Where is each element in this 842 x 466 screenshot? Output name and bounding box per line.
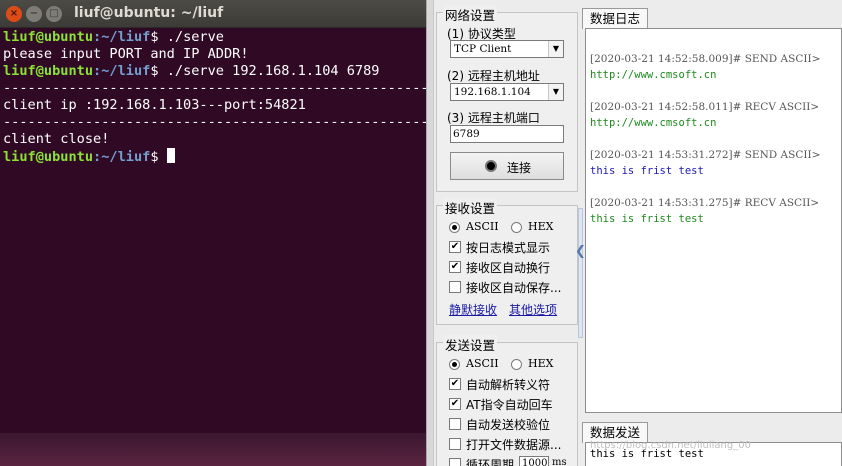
send-settings-title: 发送设置 bbox=[443, 335, 498, 354]
terminal-window[interactable]: × − □ liuf@ubuntu: ~/liuf liuf@ubuntu:~/… bbox=[0, 0, 426, 466]
receive-settings-group: 接收设置 ASCII HEX ✔ 按日志模式显示 ✔ 接收区自动换行 接收区自动… bbox=[436, 198, 578, 325]
log-entry-body: http://www.cmsoft.cn bbox=[590, 117, 717, 129]
escape-parse-label: 自动解析转义符 bbox=[466, 378, 551, 392]
send-hex-radio[interactable] bbox=[511, 359, 522, 370]
network-settings-title: 网络设置 bbox=[443, 5, 498, 24]
prompt-user: liuf@ubuntu bbox=[3, 63, 94, 79]
output-text: client close! bbox=[3, 131, 110, 147]
command-text: ./serve bbox=[158, 29, 224, 45]
auto-save-checkbox[interactable] bbox=[449, 281, 461, 293]
loop-period-input[interactable]: 1000 bbox=[519, 456, 549, 466]
send-settings-group: 发送设置 ASCII HEX ✔ 自动解析转义符 ✔ AT指令自动回车 自动发送… bbox=[436, 335, 578, 466]
terminal-line: client ip :192.168.1.103---port:54821 bbox=[3, 97, 426, 114]
host-select[interactable]: 192.168.1.104 ▼ bbox=[450, 83, 564, 101]
prompt-dollar: $ bbox=[150, 149, 159, 165]
prompt-path: :~/liuf bbox=[93, 149, 151, 165]
auto-wrap-label: 接收区自动换行 bbox=[466, 261, 551, 275]
panel-collapse-handle[interactable] bbox=[578, 208, 583, 338]
prompt-dollar: $ bbox=[150, 29, 159, 45]
output-text: ----------------------------------------… bbox=[3, 80, 426, 96]
at-autoenter-label: AT指令自动回车 bbox=[466, 398, 553, 412]
log-entry-header: [2020-03-21 14:53:31.275]# RECV ASCII> bbox=[590, 197, 820, 209]
send-ascii-label: ASCII bbox=[466, 357, 499, 370]
silent-receive-link[interactable]: 静默接收 bbox=[449, 301, 497, 318]
host-label: (2) 远程主机地址 bbox=[447, 69, 540, 83]
terminal-output[interactable]: liuf@ubuntu:~/liuf$ ./serve please input … bbox=[3, 29, 426, 165]
log-entry-body: http://www.cmsoft.cn bbox=[590, 69, 717, 81]
log-entry-header: [2020-03-21 14:52:58.011]# RECV ASCII> bbox=[590, 101, 820, 113]
log-entry-body: this is frist test bbox=[590, 165, 704, 177]
loop-period-unit: ms bbox=[552, 457, 567, 466]
send-hex-label: HEX bbox=[528, 357, 554, 370]
connect-button[interactable]: 连接 bbox=[450, 152, 564, 180]
prompt-path: :~/liuf bbox=[93, 29, 151, 45]
log-mode-label: 按日志模式显示 bbox=[466, 241, 551, 255]
dropdown-arrow-icon[interactable]: ▼ bbox=[548, 41, 563, 57]
terminal-line: ----------------------------------------… bbox=[3, 80, 426, 97]
terminal-line: client close! bbox=[3, 131, 426, 148]
checksum-checkbox[interactable] bbox=[449, 418, 461, 430]
auto-wrap-checkbox[interactable]: ✔ bbox=[449, 261, 461, 273]
desktop-background bbox=[0, 433, 426, 466]
loop-period-checkbox[interactable] bbox=[449, 458, 461, 466]
terminal-line: liuf@ubuntu:~/liuf$ ./serve 192.168.1.10… bbox=[3, 63, 426, 80]
terminal-line: ----------------------------------------… bbox=[3, 114, 426, 131]
checksum-label: 自动发送校验位 bbox=[466, 418, 551, 432]
output-text: client ip :192.168.1.103---port:54821 bbox=[3, 97, 306, 113]
other-options-link[interactable]: 其他选项 bbox=[509, 301, 557, 318]
connect-label: 连接 bbox=[507, 161, 532, 175]
prompt-path: :~/liuf bbox=[93, 63, 151, 79]
receive-ascii-radio[interactable] bbox=[449, 222, 460, 233]
data-log-area[interactable]: [2020-03-21 14:52:58.009]# SEND ASCII> ht… bbox=[585, 28, 842, 413]
watermark: https://blog.csdn.net/liuliang_00 bbox=[590, 440, 751, 451]
maximize-icon[interactable]: □ bbox=[46, 6, 62, 22]
output-text: please input PORT and IP ADDR! bbox=[3, 46, 249, 62]
prompt-dollar: $ bbox=[150, 63, 159, 79]
network-debug-tool: 网络设置 (1) 协议类型 TCP Client ▼ (2) 远程主机地址 19… bbox=[434, 0, 842, 466]
receive-settings-title: 接收设置 bbox=[443, 198, 498, 217]
protocol-select[interactable]: TCP Client ▼ bbox=[450, 40, 564, 58]
receive-hex-label: HEX bbox=[528, 220, 554, 233]
receive-hex-radio[interactable] bbox=[511, 222, 522, 233]
window-divider bbox=[426, 0, 434, 466]
escape-parse-checkbox[interactable]: ✔ bbox=[449, 378, 461, 390]
prompt-user: liuf@ubuntu bbox=[3, 29, 94, 45]
tab-data-log[interactable]: 数据日志 bbox=[582, 8, 648, 29]
connect-status-icon bbox=[485, 160, 497, 172]
log-entry-header: [2020-03-21 14:52:58.009]# SEND ASCII> bbox=[590, 53, 821, 65]
loop-period-label: 循环周期 bbox=[466, 458, 515, 466]
command-text: ./serve 192.168.1.104 6789 bbox=[158, 63, 380, 79]
dropdown-arrow-icon[interactable]: ▼ bbox=[548, 84, 563, 100]
minimize-icon[interactable]: − bbox=[26, 6, 42, 22]
close-icon[interactable]: × bbox=[6, 6, 22, 22]
host-value: 192.168.1.104 bbox=[454, 86, 531, 98]
cursor bbox=[166, 148, 175, 163]
file-source-label: 打开文件数据源... bbox=[466, 438, 562, 452]
port-label: (3) 远程主机端口 bbox=[447, 111, 540, 125]
terminal-line: liuf@ubuntu:~/liuf$ ./serve bbox=[3, 29, 426, 46]
terminal-title-bar: × − □ liuf@ubuntu: ~/liuf bbox=[0, 0, 426, 28]
port-input[interactable]: 6789 bbox=[450, 125, 564, 143]
prompt-user: liuf@ubuntu bbox=[3, 149, 94, 165]
terminal-title: liuf@ubuntu: ~/liuf bbox=[74, 5, 224, 21]
output-text: ----------------------------------------… bbox=[3, 114, 426, 130]
log-entry-body: this is frist test bbox=[590, 213, 704, 225]
file-source-checkbox[interactable] bbox=[449, 438, 461, 450]
terminal-line: liuf@ubuntu:~/liuf$ bbox=[3, 148, 426, 165]
send-ascii-radio[interactable] bbox=[449, 359, 460, 370]
auto-save-label: 接收区自动保存... bbox=[466, 281, 562, 295]
receive-ascii-label: ASCII bbox=[466, 220, 499, 233]
at-autoenter-checkbox[interactable]: ✔ bbox=[449, 398, 461, 410]
network-settings-group: 网络设置 (1) 协议类型 TCP Client ▼ (2) 远程主机地址 19… bbox=[436, 5, 578, 192]
log-entry-header: [2020-03-21 14:53:31.272]# SEND ASCII> bbox=[590, 149, 821, 161]
terminal-line: please input PORT and IP ADDR! bbox=[3, 46, 426, 63]
protocol-value: TCP Client bbox=[454, 43, 512, 55]
command-text bbox=[159, 149, 167, 165]
log-mode-checkbox[interactable]: ✔ bbox=[449, 241, 461, 253]
